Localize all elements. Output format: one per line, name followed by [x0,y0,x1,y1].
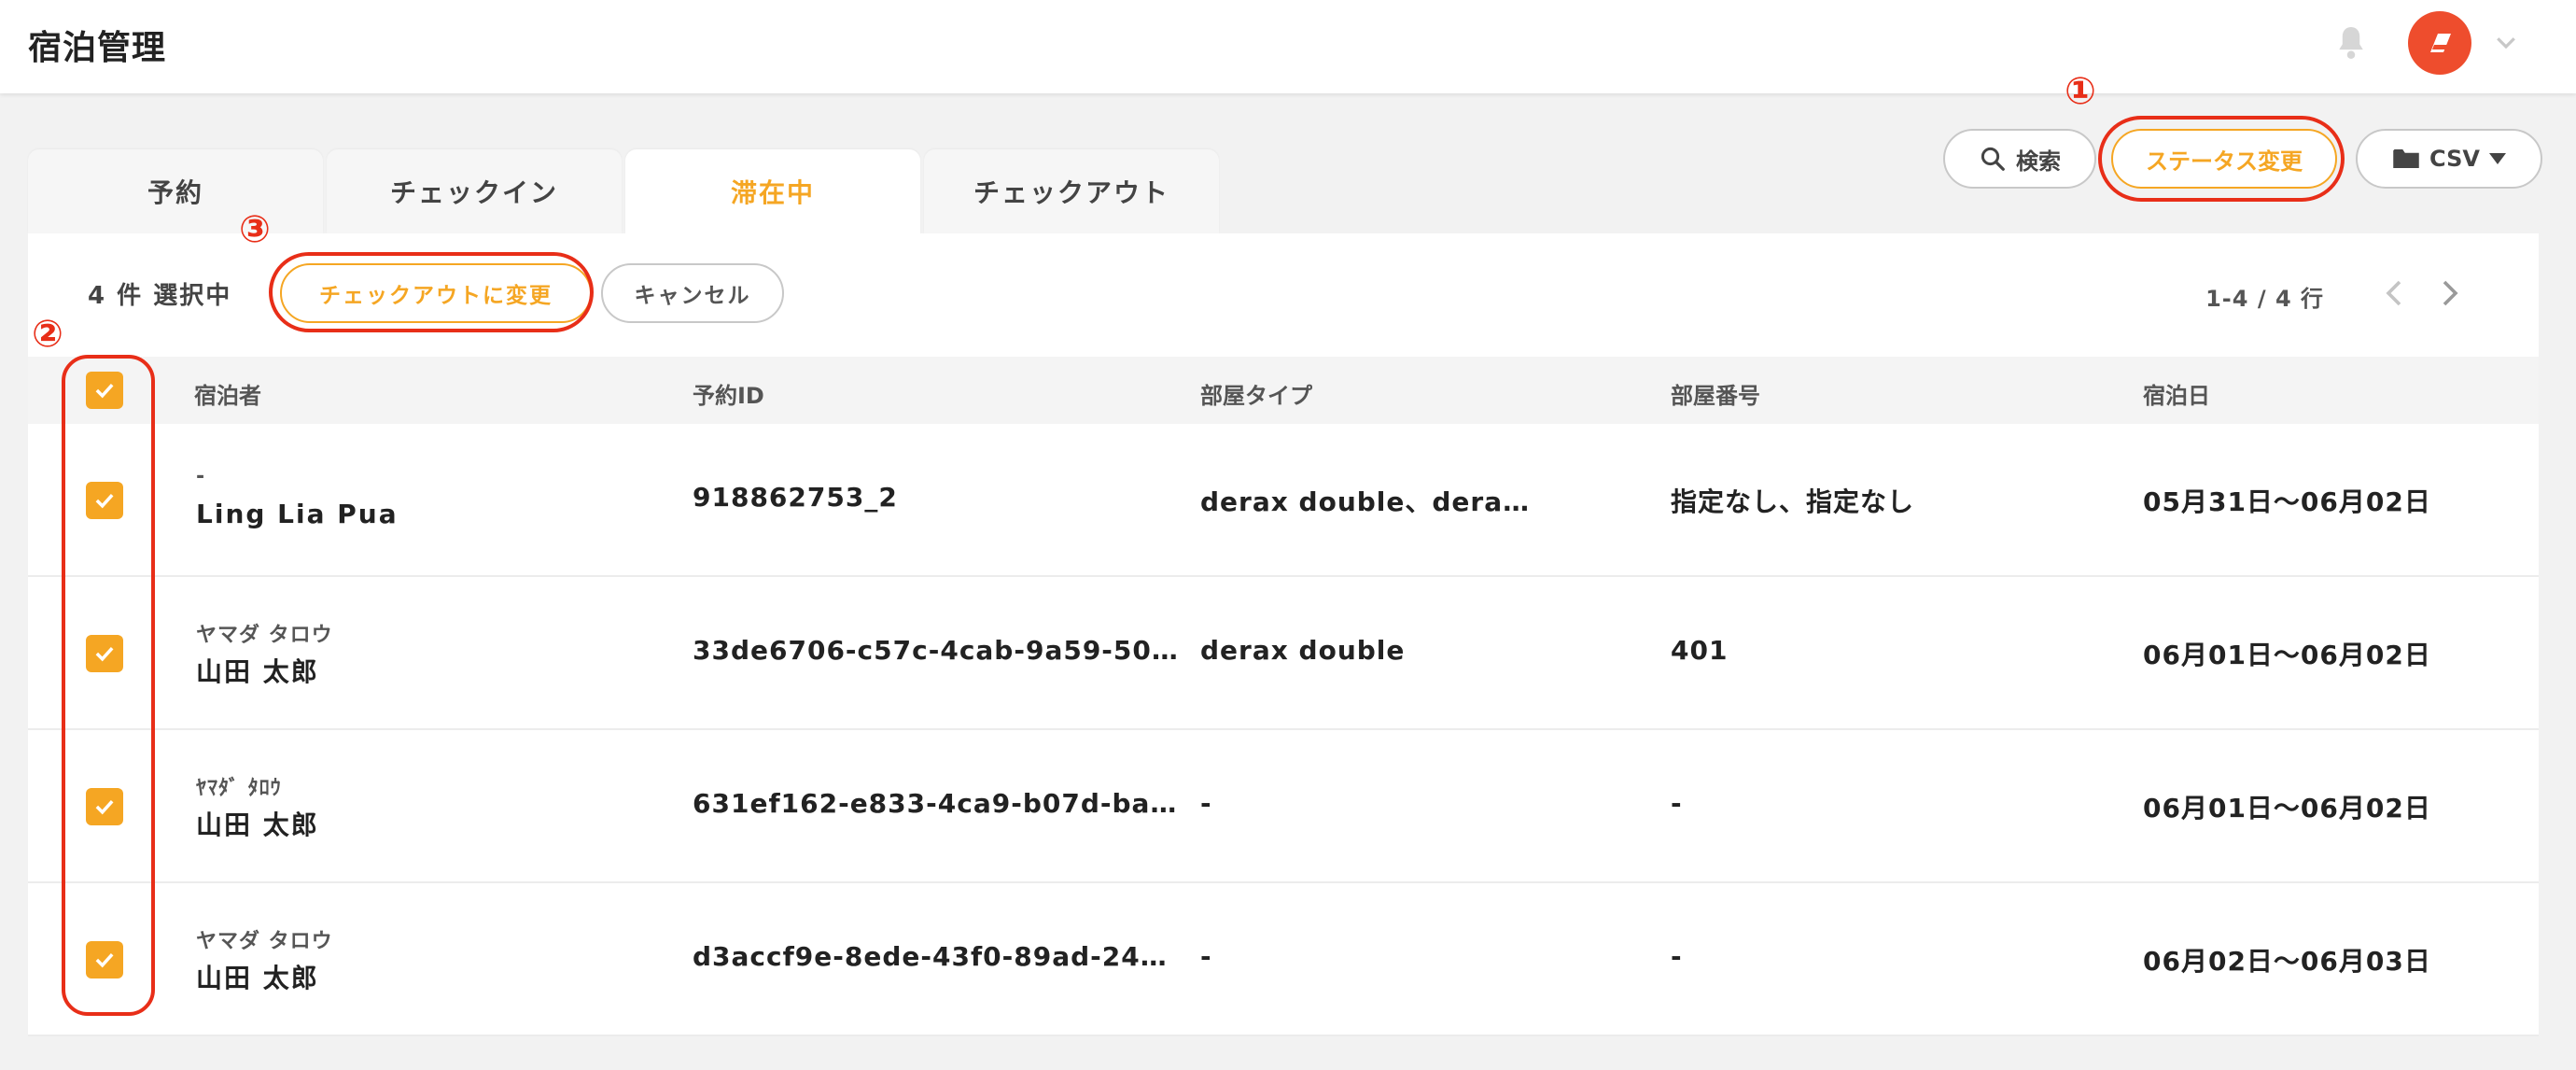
selection-count: 4 件 選択中 [88,282,232,310]
tab-staying[interactable]: 滞在中 [625,149,920,233]
check-icon [95,646,114,662]
pagination-info: 1-4 / 4 行 [2205,286,2324,312]
reservation-id: d3accf9e-8ede-43f0-89ad-24… [693,941,1168,972]
check-icon [95,493,114,509]
tab-checkin[interactable]: チェックイン [327,149,622,233]
csv-button[interactable]: CSV [2356,129,2542,189]
annotation-number-3: ③ [239,208,271,251]
stay-dates: 06月01日〜06月02日 [2143,640,2431,670]
guest-kana: ﾔﾏﾀﾞ ﾀﾛｳ [196,777,282,800]
search-button[interactable]: 検索 [1943,129,2096,189]
table-row[interactable]: ヤマダ タロウ 山田 太郎 33de6706-c57c-4cab-9a59-50… [28,577,2539,730]
tab-checkout[interactable]: チェックアウト [924,149,1219,233]
room-type: - [1200,941,1212,972]
guest-kana: ヤマダ タロウ [196,930,333,953]
guest-name: 山田 太郎 [196,656,319,687]
row-checkbox[interactable] [86,482,123,519]
column-room-number: 部屋番号 [1671,383,1760,409]
room-number: - [1671,941,1683,972]
table-row[interactable]: ヤマダ タロウ 山田 太郎 d3accf9e-8ede-43f0-89ad-24… [28,883,2539,1036]
chevron-right-icon[interactable] [2436,276,2464,310]
staying-guests-panel: 4 件 選択中 チェックアウトに変更 キャンセル 1-4 / 4 行 宿泊者 予… [28,233,2539,1036]
column-room-type: 部屋タイプ [1200,383,1312,409]
reservation-id: 631ef162-e833-4ca9-b07d-ba… [693,788,1178,819]
guest-kana: ヤマダ タロウ [196,624,333,647]
guest-kana: - [196,465,206,488]
change-to-checkout-button[interactable]: チェックアウトに変更 [280,263,592,323]
status-change-button[interactable]: ステータス変更 [2111,129,2337,189]
tab-bar: 予約 チェックイン 滞在中 チェックアウト [28,149,1219,233]
room-number: 401 [1671,635,1729,666]
page-title: 宿泊管理 [28,29,167,67]
check-icon [95,383,114,399]
chevron-down-icon[interactable] [2492,28,2520,56]
cancel-button[interactable]: キャンセル [601,263,784,323]
stay-dates: 06月01日〜06月02日 [2143,793,2431,824]
table-row[interactable]: - Ling Lia Pua 918862753_2 derax double、… [28,424,2539,577]
row-checkbox[interactable] [86,788,123,825]
reservation-id: 918862753_2 [693,482,898,513]
check-icon [95,952,114,968]
room-number: 指定なし、指定なし [1671,486,1915,517]
room-type: derax double [1200,635,1406,666]
tab-reservation[interactable]: 予約 [28,149,323,233]
table-header: 宿泊者 予約ID 部屋タイプ 部屋番号 宿泊日 [28,357,2539,424]
room-type: derax double、dera… [1200,486,1531,517]
row-checkbox[interactable] [86,635,123,672]
search-icon [1981,147,2005,171]
caret-down-icon [2488,153,2506,164]
column-guest: 宿泊者 [194,383,261,409]
annotation-number-1: ① [2065,70,2096,113]
stay-dates: 06月02日〜06月03日 [2143,946,2431,977]
column-reservation-id: 予約ID [693,383,764,409]
csv-button-label: CSV [2429,146,2480,172]
room-number: - [1671,788,1683,819]
app-header: 宿泊管理 [0,0,2576,93]
search-button-label: 検索 [2016,148,2061,175]
folder-icon [2393,149,2419,168]
chevron-left-icon[interactable] [2380,276,2408,310]
bell-icon[interactable] [2335,24,2367,62]
guest-name: 山田 太郎 [196,810,319,840]
room-type: - [1200,788,1212,819]
select-all-checkbox[interactable] [86,372,123,409]
table-row[interactable]: ﾔﾏﾀﾞ ﾀﾛｳ 山田 太郎 631ef162-e833-4ca9-b07d-b… [28,730,2539,883]
row-checkbox[interactable] [86,941,123,978]
reservation-id: 33de6706-c57c-4cab-9a59-50… [693,635,1179,666]
annotation-number-2: ② [32,313,63,356]
avatar-logo-icon [2430,34,2451,52]
stay-dates: 05月31日〜06月02日 [2143,486,2431,517]
guest-name: 山田 太郎 [196,963,319,993]
check-icon [95,799,114,815]
column-stay-dates: 宿泊日 [2143,383,2210,409]
guest-name: Ling Lia Pua [196,499,399,529]
avatar[interactable] [2408,11,2471,75]
